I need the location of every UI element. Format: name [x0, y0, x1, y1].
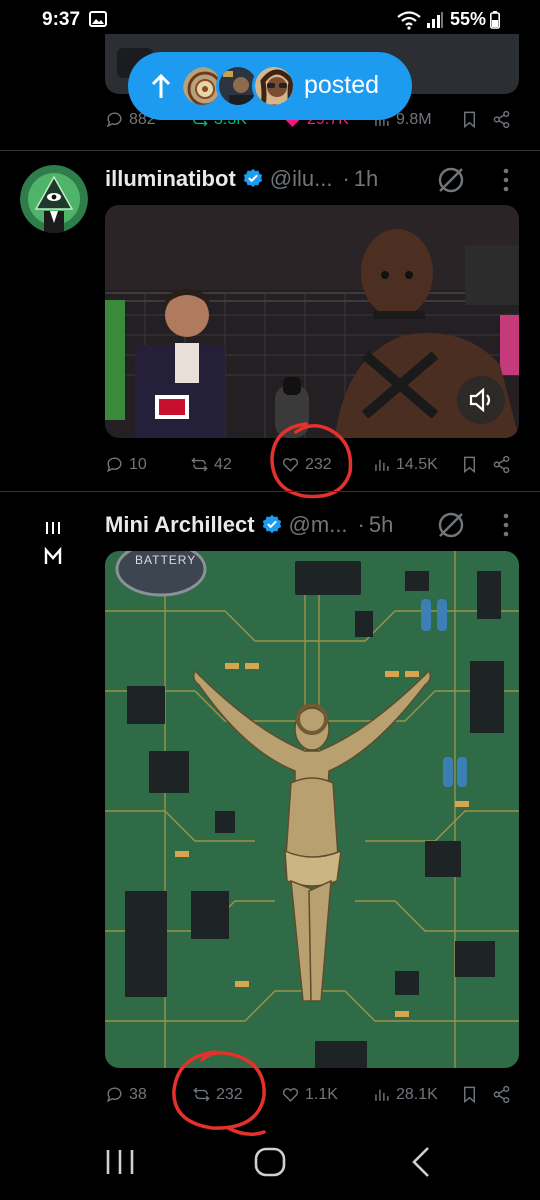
- bookmark-icon: [464, 456, 475, 474]
- share-button[interactable]: [492, 455, 511, 474]
- divider: [0, 150, 540, 151]
- like-button[interactable]: 1.1K: [281, 1085, 338, 1104]
- avatar[interactable]: [20, 165, 88, 233]
- reply-button[interactable]: 10: [105, 455, 147, 474]
- tweet-actions: 38 232 1.1K 28.1K: [105, 1081, 519, 1111]
- repost-button[interactable]: 42: [190, 455, 232, 474]
- reply-count: 10: [129, 455, 147, 473]
- mute-button[interactable]: [457, 376, 505, 424]
- status-time: 9:37: [42, 9, 81, 30]
- share-button[interactable]: [492, 110, 511, 129]
- like-icon: [282, 458, 299, 472]
- back-icon[interactable]: [402, 1142, 442, 1182]
- display-name[interactable]: Mini Archillect: [105, 512, 255, 538]
- home-icon[interactable]: [250, 1142, 290, 1182]
- status-indicators: 55%: [396, 9, 500, 30]
- recents-icon[interactable]: [100, 1142, 140, 1182]
- verified-icon: [243, 168, 262, 188]
- repost-count: 232: [216, 1085, 243, 1103]
- gallery-icon: [89, 11, 107, 27]
- views-count: 28.1K: [396, 1085, 438, 1103]
- timestamp[interactable]: 1h: [354, 166, 378, 192]
- views-count: 9.8M: [396, 110, 432, 128]
- posted-label: posted: [304, 71, 380, 99]
- grok-icon[interactable]: [436, 165, 466, 195]
- bookmark-icon: [464, 111, 475, 129]
- share-icon: [493, 455, 510, 474]
- separator-dot: ·: [342, 166, 350, 191]
- reply-icon: [106, 1087, 122, 1103]
- avatar[interactable]: [20, 506, 88, 574]
- signal-icon: [426, 11, 443, 28]
- system-nav-bar: [0, 1120, 540, 1200]
- more-icon[interactable]: [503, 513, 509, 537]
- views-count: 14.5K: [396, 455, 438, 473]
- timestamp[interactable]: 5h: [369, 512, 393, 538]
- share-icon: [493, 1085, 510, 1104]
- reply-icon: [106, 112, 122, 128]
- arrow-up-icon: [151, 73, 171, 98]
- like-button[interactable]: 232: [281, 455, 332, 474]
- tweet-video[interactable]: [105, 205, 519, 438]
- like-count: 1.1K: [305, 1085, 338, 1103]
- battery-label: BATTERY: [135, 553, 197, 567]
- circuit-board-image: [105, 551, 519, 1068]
- grok-icon[interactable]: [436, 510, 466, 540]
- share-icon: [493, 110, 510, 129]
- new-posts-pill[interactable]: posted: [128, 52, 412, 120]
- avatar: [252, 64, 296, 108]
- tweet-image[interactable]: BATTERY: [105, 551, 519, 1068]
- views-button[interactable]: 28.1K: [372, 1085, 438, 1104]
- bookmark-icon: [464, 1086, 475, 1104]
- divider: [0, 491, 540, 492]
- bookmark-button[interactable]: [460, 1085, 479, 1104]
- share-button[interactable]: [492, 1085, 511, 1104]
- battery-icon: [490, 10, 500, 29]
- mute-icon: [469, 387, 491, 413]
- tweet-actions: 10 42 232 14.5K: [105, 451, 519, 481]
- like-icon: [282, 1088, 299, 1102]
- wifi-icon: [397, 10, 421, 30]
- bookmark-button[interactable]: [460, 110, 479, 129]
- battery-percent: 55%: [449, 9, 486, 29]
- like-count: 232: [305, 455, 332, 473]
- bookmark-button[interactable]: [460, 455, 479, 474]
- handle[interactable]: @m...: [289, 512, 348, 538]
- display-name[interactable]: illuminatibot: [105, 166, 236, 192]
- verified-icon: [262, 514, 281, 534]
- repost-icon: [191, 457, 208, 472]
- repost-count: 42: [214, 455, 232, 473]
- views-icon: [375, 1089, 389, 1101]
- repost-button[interactable]: 232: [192, 1085, 243, 1104]
- views-button[interactable]: 14.5K: [372, 455, 438, 474]
- repost-icon: [193, 1087, 210, 1102]
- reply-button[interactable]: 38: [105, 1085, 147, 1104]
- views-icon: [375, 459, 389, 471]
- separator-dot: ·: [357, 512, 365, 537]
- reply-count: 38: [129, 1085, 147, 1103]
- more-icon[interactable]: [503, 168, 509, 192]
- handle[interactable]: @ilu...: [270, 166, 333, 192]
- reply-icon: [106, 457, 122, 473]
